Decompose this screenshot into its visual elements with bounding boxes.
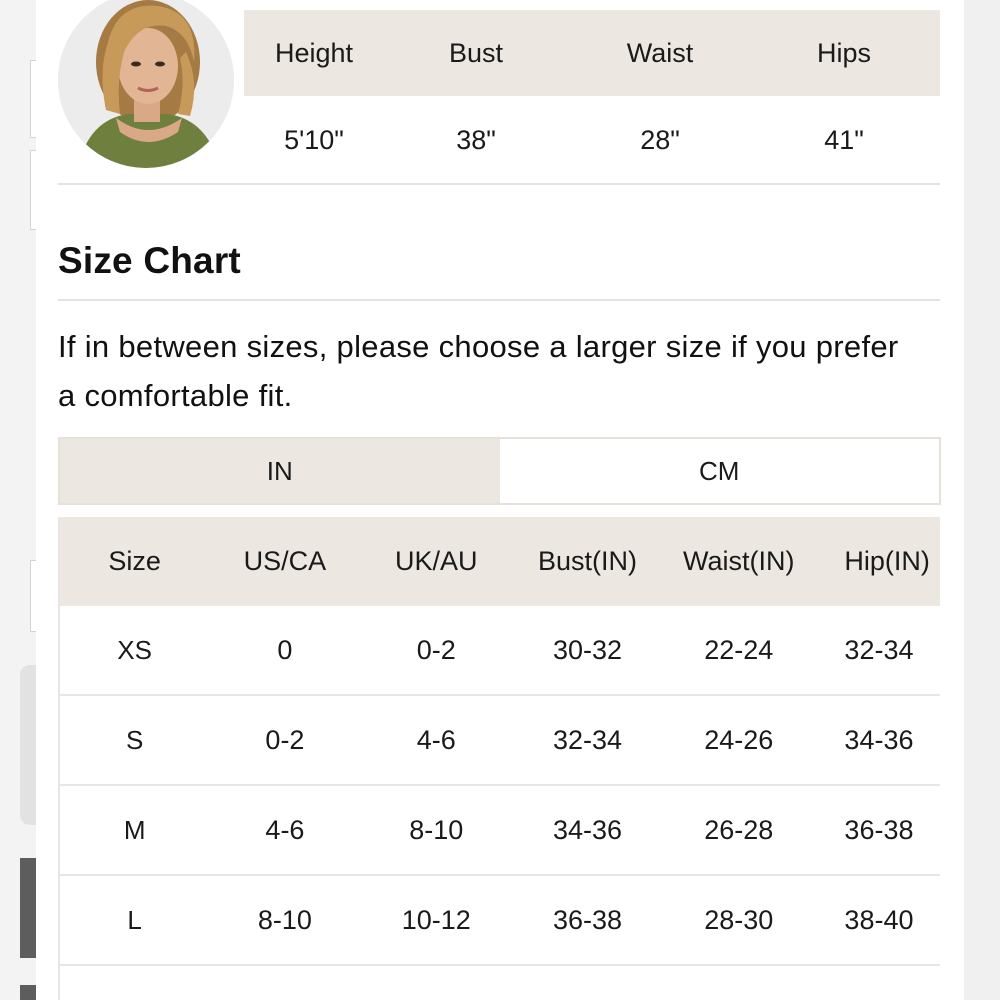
cell-waist: 28-30 [704,904,774,935]
header-height: Height [274,37,354,68]
cell-us-ca: 8-10 [257,904,312,935]
cell-hip: 38-40 [844,904,914,935]
divider [58,299,940,301]
cell-size: M [123,814,146,845]
cell-uk-au: 8-10 [409,814,464,845]
cell-bust: 34-36 [552,814,623,845]
size-chart-title: Size Chart [58,240,241,281]
table-row [60,966,940,1000]
value-hips: 41" [824,124,864,155]
cell-waist: 26-28 [704,814,774,845]
cell-size: S [125,724,144,755]
header-bust: Bust [448,37,504,68]
background-page-right [964,0,1000,1000]
cell-size: XS [117,634,152,665]
cell-waist: 22-24 [704,634,774,665]
model-measurements-header: Height Bust Waist Hips [244,10,940,96]
size-chart-header-row: Size US/CA UK/AU Bust(IN) Waist(IN) Hip(… [60,517,940,606]
cell-uk-au: 10-12 [401,904,471,935]
cell-bust: 32-34 [552,724,623,755]
cell-hip: 32-34 [844,634,914,665]
cell-us-ca: 0-2 [265,724,305,755]
header-waist: Waist [626,37,694,68]
column-header-size: Size [108,546,161,576]
column-header-hip: Hip(IN) [844,546,930,576]
cell-hip: 34-36 [844,724,914,755]
column-header-waist: Waist(IN) [683,546,795,576]
cell-us-ca: 0 [277,634,293,665]
divider [58,183,940,185]
cell-uk-au: 4-6 [416,724,456,755]
cell-uk-au: 0-2 [416,634,456,665]
model-measurements-table: Height Bust Waist Hips 5'10" 38" 28" 41" [58,10,940,184]
cell-size: L [127,904,142,935]
size-guide-modal: Height Bust Waist Hips 5'10" 38" 28" 41"… [36,0,964,1000]
cell-bust: 30-32 [552,634,623,665]
cell-bust: 36-38 [552,904,623,935]
table-row: S 0-2 4-6 32-34 24-26 34-36 [60,696,940,786]
background-page [0,0,50,1000]
table-row: XS 0 0-2 30-32 22-24 32-34 [60,606,940,696]
table-row: L 8-10 10-12 36-38 28-30 38-40 [60,876,940,966]
cell-hip: 36-38 [844,814,914,845]
column-header-bust: Bust(IN) [537,546,637,576]
cell-waist: 24-26 [704,724,774,755]
header-hips: Hips [816,37,871,68]
cell-us-ca: 4-6 [265,814,305,845]
size-advice-note: If in between sizes, please choose a lar… [58,329,899,413]
column-header-uk-au: UK/AU [394,546,478,576]
unit-tab-in[interactable]: IN [60,439,500,503]
model-measurements-values: 5'10" 38" 28" 41" [244,96,940,184]
value-height: 5'10" [284,124,344,155]
unit-tab-cm[interactable]: CM [499,439,939,503]
column-header-us-ca: US/CA [243,546,327,576]
unit-toggle: IN CM [58,437,941,505]
size-chart-table: Size US/CA UK/AU Bust(IN) Waist(IN) Hip(… [58,517,940,1000]
table-row: M 4-6 8-10 34-36 26-28 36-38 [60,786,940,876]
value-bust: 38" [456,124,496,155]
value-waist: 28" [640,124,680,155]
